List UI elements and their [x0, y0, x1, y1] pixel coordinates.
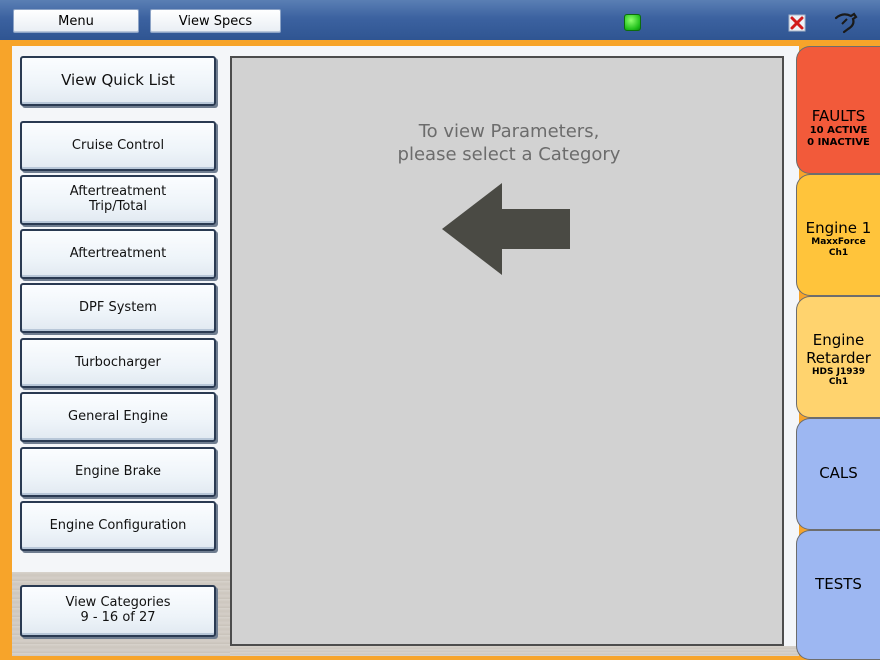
category-general-engine-button[interactable]: General Engine	[20, 392, 216, 442]
parameters-panel: To view Parameters, please select a Cate…	[230, 56, 784, 646]
menu-button[interactable]: Menu	[13, 9, 139, 33]
tab-engine-1[interactable]: Engine 1 MaxxForce Ch1	[796, 174, 880, 296]
category-engine-brake-button[interactable]: Engine Brake	[20, 447, 216, 497]
view-categories-pager-button[interactable]: View Categories 9 - 16 of 27	[20, 585, 216, 637]
tab-retarder-title-1: Engine	[812, 331, 865, 350]
category-aftertreatment-trip-total-button[interactable]: Aftertreatment Trip/Total	[20, 175, 216, 225]
tab-engine-1-channel: Ch1	[828, 247, 849, 258]
left-arrow-icon	[442, 183, 570, 275]
tab-engine-1-model: MaxxForce	[811, 237, 866, 248]
tab-faults-inactive: 0 INACTIVE	[807, 136, 870, 148]
view-quick-list-button[interactable]: View Quick List	[20, 56, 216, 106]
status-light-icon	[624, 14, 641, 31]
top-toolbar: Menu View Specs	[0, 0, 880, 40]
category-aftertreatment-button[interactable]: Aftertreatment	[20, 229, 216, 279]
tab-faults-title: FAULTS	[811, 106, 866, 125]
connection-plug-icon[interactable]	[833, 10, 859, 34]
tab-engine-1-title: Engine 1	[805, 219, 872, 238]
category-engine-configuration-button[interactable]: Engine Configuration	[20, 501, 216, 551]
view-specs-button[interactable]: View Specs	[150, 9, 281, 33]
tab-retarder-protocol: HDS J1939	[811, 366, 865, 377]
tab-retarder-channel: Ch1	[828, 377, 849, 388]
prompt-line-2: please select a Category	[397, 144, 621, 166]
category-turbocharger-button[interactable]: Turbocharger	[20, 338, 216, 388]
tab-faults-active: 10 ACTIVE	[809, 125, 868, 137]
tab-cals-title: CALS	[819, 464, 858, 483]
tab-tests[interactable]: TESTS	[796, 530, 880, 660]
tab-cals[interactable]: CALS	[796, 418, 880, 530]
tab-tests-title: TESTS	[815, 575, 862, 594]
bottom-strip	[230, 646, 799, 656]
prompt-line-1: To view Parameters,	[418, 121, 600, 142]
tab-faults[interactable]: FAULTS 10 ACTIVE 0 INACTIVE	[796, 46, 880, 174]
pager-label: View Categories	[65, 595, 171, 611]
category-dpf-system-button[interactable]: DPF System	[20, 283, 216, 333]
close-icon[interactable]	[787, 11, 809, 33]
select-category-prompt: To view Parameters, please select a Cate…	[232, 120, 786, 167]
pager-range: 9 - 16 of 27	[80, 610, 156, 625]
category-cruise-control-button[interactable]: Cruise Control	[20, 121, 216, 171]
tab-retarder-title-2: Retarder	[806, 348, 871, 367]
tab-engine-retarder[interactable]: Engine Retarder HDS J1939 Ch1	[796, 296, 880, 418]
